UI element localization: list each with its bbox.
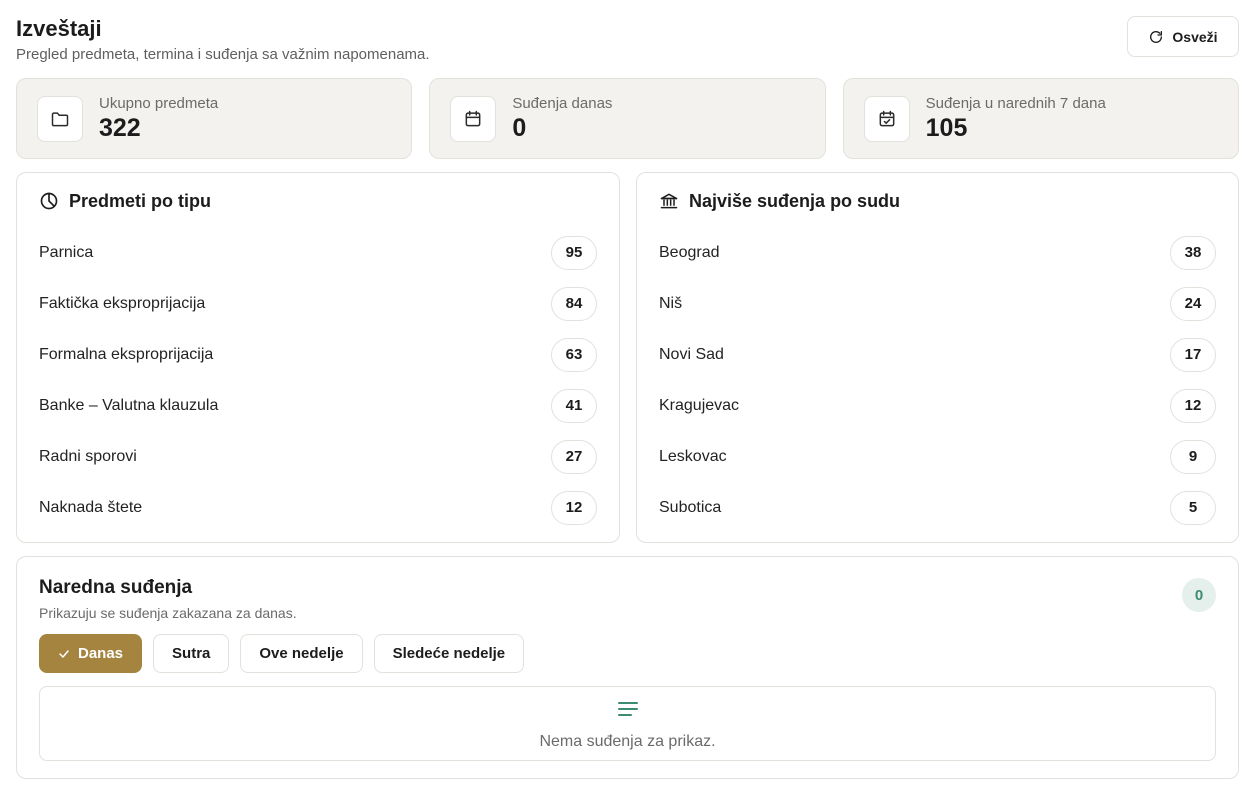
courthouse-icon (660, 193, 678, 209)
refresh-label: Osveži (1172, 28, 1218, 45)
filter-label: Sutra (172, 645, 211, 662)
row-label: Faktička eksproprijacija (39, 294, 206, 312)
pie-chart-icon (40, 192, 58, 210)
filter-tomorrow-button[interactable]: Sutra (153, 634, 230, 673)
count-badge: 95 (551, 235, 597, 270)
stat-label: Suđenja u narednih 7 dana (925, 94, 1106, 112)
stat-icon-box (863, 95, 910, 142)
row-label: Naknada štete (39, 498, 143, 516)
filter-next-week-button[interactable]: Sledeće nedelje (373, 634, 525, 673)
count-badge: 12 (1170, 388, 1216, 423)
list-icon (617, 701, 638, 716)
stat-card-trials-today: Suđenja danas 0 (429, 78, 826, 159)
list-item: Beograd 38 (659, 227, 1216, 278)
list-item: Banke – Valutna klauzula 41 (39, 380, 597, 431)
check-icon (59, 649, 69, 658)
row-label: Formalna eksproprijacija (39, 345, 214, 363)
stat-card-total-cases: Ukupno predmeta 322 (16, 78, 413, 159)
stat-icon-box (450, 95, 497, 142)
page-title: Izveštaji (16, 16, 102, 41)
stat-value: 105 (925, 113, 968, 142)
upcoming-subtitle: Prikazuju se suđenja zakazana za danas. (39, 605, 297, 621)
panel-title-text: Najviše suđenja po sudu (689, 190, 901, 211)
filter-today-button[interactable]: Danas (39, 634, 143, 673)
court-list: Beograd 38 Niš 24 Novi Sad 17 Kragujevac 12 … (659, 227, 1216, 533)
filter-this-week-button[interactable]: Ove nedelje (240, 634, 363, 673)
calendar-check-icon (879, 110, 895, 126)
list-item: Novi Sad 17 (659, 329, 1216, 380)
row-label: Leskovac (659, 447, 727, 465)
list-item: Formalna eksproprijacija 63 (39, 329, 597, 380)
panel-title-text: Predmeti po tipu (69, 190, 212, 211)
list-item: Subotica 5 (659, 482, 1216, 533)
count-badge: 17 (1170, 337, 1216, 372)
refresh-icon (1150, 30, 1163, 43)
count-badge: 24 (1170, 286, 1216, 321)
stat-icon-box (37, 95, 83, 142)
stat-label: Suđenja danas (512, 94, 613, 112)
calendar-icon (465, 110, 481, 126)
stat-value: 0 (512, 113, 527, 142)
page-subtitle: Pregled predmeta, termina i suđenja sa v… (16, 46, 430, 63)
row-label: Beograd (659, 243, 720, 261)
filter-label: Sledeće nedelje (392, 645, 506, 662)
filter-tabs: Danas Sutra Ove nedelje Sledeće nedelje (39, 634, 1216, 673)
list-item: Leskovac 9 (659, 431, 1216, 482)
empty-state: Nema suđenja za prikaz. (39, 686, 1216, 761)
row-label: Subotica (659, 498, 722, 516)
count-badge: 84 (551, 286, 597, 321)
row-label: Parnica (39, 243, 94, 261)
row-label: Radni sporovi (39, 447, 137, 465)
count-badge: 63 (551, 337, 597, 372)
filter-label: Ove nedelje (259, 645, 344, 662)
panel-title: Najviše suđenja po sudu (659, 190, 1216, 212)
row-label: Novi Sad (659, 345, 724, 363)
list-item: Naknada štete 12 (39, 482, 597, 533)
list-item: Radni sporovi 27 (39, 431, 597, 482)
count-badge: 5 (1170, 490, 1216, 525)
empty-state-text: Nema suđenja za prikaz. (539, 732, 716, 750)
refresh-button[interactable]: Osveži (1127, 16, 1239, 57)
count-badge: 9 (1170, 439, 1216, 474)
list-item: Niš 24 (659, 278, 1216, 329)
stat-value: 322 (99, 113, 141, 142)
upcoming-trials-panel: Naredna suđenja Prikazuju se suđenja zak… (16, 556, 1239, 779)
row-label: Niš (659, 294, 683, 312)
row-label: Banke – Valutna klauzula (39, 396, 219, 414)
stat-card-trials-next-7-days: Suđenja u narednih 7 dana 105 (842, 78, 1239, 159)
row-label: Kragujevac (659, 396, 740, 414)
upcoming-title: Naredna suđenja (39, 577, 193, 598)
list-item: Parnica 95 (39, 227, 597, 278)
list-item: Kragujevac 12 (659, 380, 1216, 431)
page-header: Izveštaji Pregled predmeta, termina i su… (16, 16, 1239, 66)
count-badge: 38 (1170, 235, 1216, 270)
type-list: Parnica 95 Faktička eksproprijacija 84 For… (39, 227, 597, 533)
count-badge: 41 (551, 388, 597, 423)
filter-label: Danas (78, 645, 124, 662)
list-item: Faktička eksproprijacija 84 (39, 278, 597, 329)
trials-by-court-panel: Najviše suđenja po sudu Beograd 38 Niš 24 … (636, 172, 1239, 543)
folder-icon (51, 111, 69, 126)
cases-by-type-panel: Predmeti po tipu Parnica 95 Faktička eksp… (16, 172, 620, 543)
count-badge: 12 (551, 490, 597, 525)
upcoming-count-badge: 0 (1182, 578, 1216, 612)
count-badge: 27 (551, 439, 597, 474)
panel-title: Predmeti po tipu (39, 190, 597, 212)
stats-row: Ukupno predmeta 322 Suđenja danas 0 Suđe… (16, 78, 1239, 159)
stat-label: Ukupno predmeta (99, 94, 219, 112)
